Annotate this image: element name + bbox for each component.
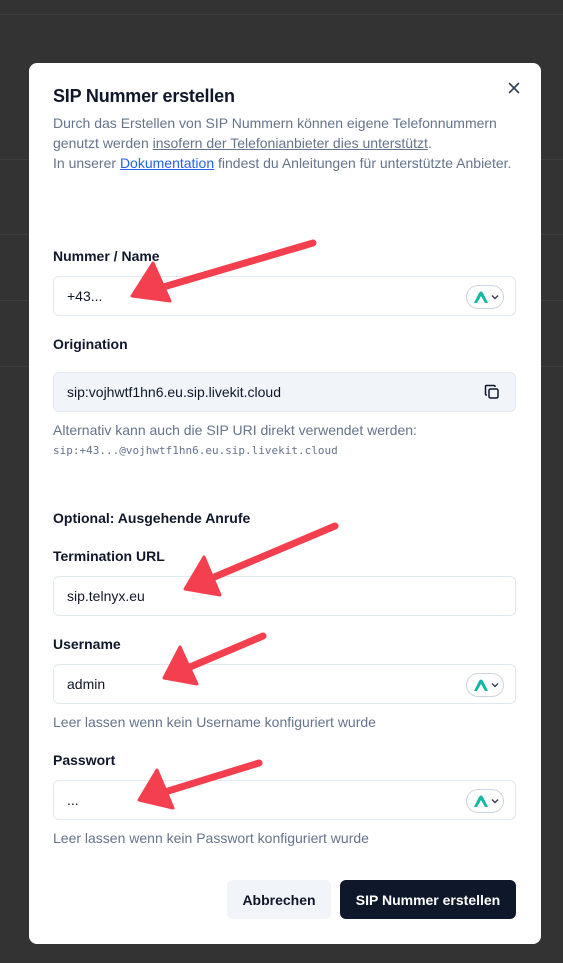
- arrow-icon: [137, 759, 263, 810]
- arrow-icon: [162, 632, 267, 686]
- annotation-arrows: [130, 239, 339, 810]
- arrow-icon: [130, 239, 317, 303]
- arrow-icon: [183, 522, 339, 597]
